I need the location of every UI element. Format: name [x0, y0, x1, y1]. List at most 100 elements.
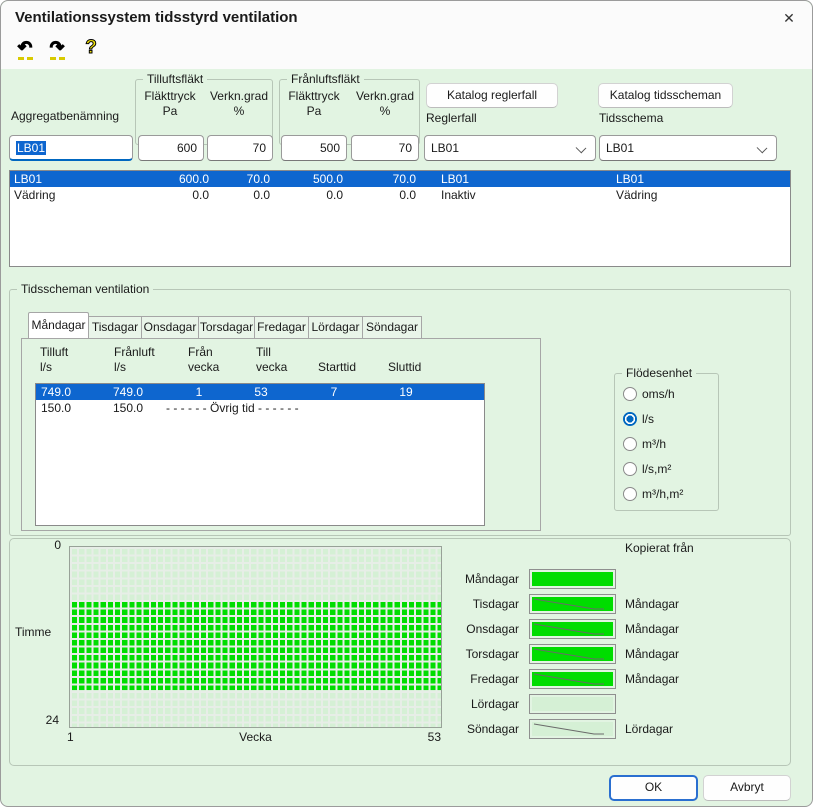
col-starttid: Starttid: [318, 360, 356, 374]
schedule-row[interactable]: 150.0 150.0 - - - - - - Övrig tid - - - …: [36, 400, 484, 416]
redo-icon[interactable]: ↷: [45, 39, 69, 65]
franluft-verkngrad-label: Verkn.grad: [351, 89, 419, 103]
day-preview-box[interactable]: [529, 644, 616, 664]
day-preview-box[interactable]: [529, 594, 616, 614]
tilluft-verkn-input[interactable]: 70: [207, 135, 273, 161]
close-icon[interactable]: ✕: [776, 6, 802, 30]
radio-oms-h[interactable]: oms/h: [623, 383, 675, 405]
table-row[interactable]: Vädring 0.0 0.0 0.0 0.0 Inaktiv Vädring: [10, 187, 790, 203]
katalog-reglerfall-button[interactable]: Katalog reglerfall: [426, 83, 558, 108]
day-preview-box[interactable]: [529, 669, 616, 689]
day-label: Onsdagar: [441, 619, 519, 639]
tab-mandagar[interactable]: Måndagar: [28, 312, 89, 338]
copied-from-value: Måndagar: [625, 644, 765, 664]
tilluft-group-label: Tilluftsfläkt: [143, 72, 207, 86]
y-axis-label: Timme: [15, 625, 51, 639]
schedule-heatmap[interactable]: [69, 546, 442, 728]
radio-m3-h[interactable]: m³/h: [623, 433, 666, 455]
col-franluft: Frånluft: [114, 345, 155, 359]
day-preview-box[interactable]: [529, 569, 616, 589]
copied-from-value: Lördagar: [625, 719, 765, 739]
tidsschema-combobox[interactable]: LB01: [599, 135, 777, 161]
y-axis-bottom-tick: 24: [33, 713, 59, 727]
radio-l-s[interactable]: l/s: [623, 408, 654, 430]
tab-sondagar[interactable]: Söndagar: [362, 316, 422, 338]
aggregat-label: Aggregatbenämning: [11, 109, 119, 123]
day-label: Söndagar: [441, 719, 519, 739]
schedule-tab-panel: Tilluft l/s Frånluft l/s Från vecka Till…: [21, 338, 541, 531]
reglerfall-label: Reglerfall: [426, 111, 477, 125]
day-preview-box[interactable]: [529, 719, 616, 739]
tidsschema-combobox-value: LB01: [606, 141, 634, 155]
day-label: Fredagar: [441, 669, 519, 689]
heatmap-gridlines: [70, 547, 441, 727]
tab-lordagar[interactable]: Lördagar: [308, 316, 363, 338]
reglerfall-combobox[interactable]: LB01: [424, 135, 596, 161]
copied-from-value: Måndagar: [625, 594, 765, 614]
aggregates-list[interactable]: LB01 600.0 70.0 500.0 70.0 LB01 LB01 Väd…: [9, 170, 791, 267]
day-label: Måndagar: [441, 569, 519, 589]
franluft-pa-label: Pa: [281, 104, 347, 118]
day-preview-box[interactable]: [529, 694, 616, 714]
radio-icon: [623, 437, 637, 451]
copied-line-icon: [532, 722, 613, 736]
copied-from-value: Måndagar: [625, 619, 765, 639]
copied-line-icon: [532, 672, 613, 686]
day-tabs: Måndagar Tisdagar Onsdagar Torsdagar Fre…: [28, 312, 422, 338]
reglerfall-combobox-value: LB01: [431, 141, 459, 155]
cancel-button[interactable]: Avbryt: [703, 775, 791, 801]
aggregat-input[interactable]: LB01: [9, 135, 133, 161]
aggregat-input-value: LB01: [16, 141, 46, 155]
tidsscheman-group-label: Tidsscheman ventilation: [17, 282, 153, 296]
tilluft-flakttryck-label: Fläkttryck: [137, 89, 203, 103]
franluft-verkn-input[interactable]: 70: [351, 135, 419, 161]
y-axis-top-tick: 0: [39, 538, 61, 552]
radio-l-s-m2[interactable]: l/s,m²: [623, 458, 671, 480]
tab-torsdagar[interactable]: Torsdagar: [198, 316, 255, 338]
day-preview-box[interactable]: [529, 619, 616, 639]
flodesenhet-group-label: Flödesenhet: [622, 366, 696, 380]
copied-line-icon: [532, 622, 613, 636]
flodesenhet-group: Flödesenhet oms/h l/s m³/h l/s,m² m³/h,m…: [614, 373, 719, 511]
table-row[interactable]: LB01 600.0 70.0 500.0 70.0 LB01 LB01: [10, 171, 790, 187]
katalog-tidsscheman-button[interactable]: Katalog tidsscheman: [598, 83, 733, 108]
franluft-tryck-input[interactable]: 500: [281, 135, 347, 161]
schedule-list[interactable]: 749.0 749.0 1 53 7 19 150.0 150.0 - - - …: [35, 383, 485, 526]
tab-tisdagar[interactable]: Tisdagar: [88, 316, 142, 338]
radio-icon: [623, 487, 637, 501]
help-icon[interactable]: ?: [79, 39, 103, 65]
tidsschema-label: Tidsschema: [599, 111, 663, 125]
chevron-down-icon: [576, 143, 587, 154]
undo-icon[interactable]: ↶: [13, 39, 37, 65]
col-till-vecka: Till: [256, 345, 271, 359]
franluft-pct-label: %: [351, 104, 419, 118]
chevron-down-icon: [757, 143, 768, 154]
radio-icon: [623, 387, 637, 401]
tab-onsdagar[interactable]: Onsdagar: [141, 316, 199, 338]
radio-m3-h-m2[interactable]: m³/h,m²: [623, 483, 683, 505]
col-sluttid: Sluttid: [388, 360, 421, 374]
copied-from-value: Måndagar: [625, 669, 765, 689]
x-axis-right-tick: 53: [415, 730, 441, 744]
col-fran-vecka: Från: [188, 345, 213, 359]
radio-icon: [623, 412, 637, 426]
toolbar: ↶ ↷ ?: [1, 35, 812, 69]
col-tilluft: Tilluft: [40, 345, 68, 359]
franluft-flakttryck-label: Fläkttryck: [281, 89, 347, 103]
x-axis-label: Vecka: [69, 730, 442, 744]
tilluft-pa-label: Pa: [137, 104, 203, 118]
franluft-group-label: Frånluftsfläkt: [287, 72, 364, 86]
tilluft-pct-label: %: [206, 104, 272, 118]
day-label: Lördagar: [441, 694, 519, 714]
radio-icon: [623, 462, 637, 476]
tilluft-tryck-input[interactable]: 600: [138, 135, 204, 161]
tab-fredagar[interactable]: Fredagar: [254, 316, 309, 338]
title-bar: Ventilationssystem tidsstyrd ventilation…: [1, 1, 812, 35]
ok-button[interactable]: OK: [609, 775, 698, 801]
window-title: Ventilationssystem tidsstyrd ventilation: [15, 9, 298, 26]
ventilation-dialog: Ventilationssystem tidsstyrd ventilation…: [0, 0, 813, 807]
schedule-row[interactable]: 749.0 749.0 1 53 7 19: [36, 384, 484, 400]
copied-line-icon: [532, 597, 613, 611]
day-label: Tisdagar: [441, 594, 519, 614]
copied-line-icon: [532, 647, 613, 661]
